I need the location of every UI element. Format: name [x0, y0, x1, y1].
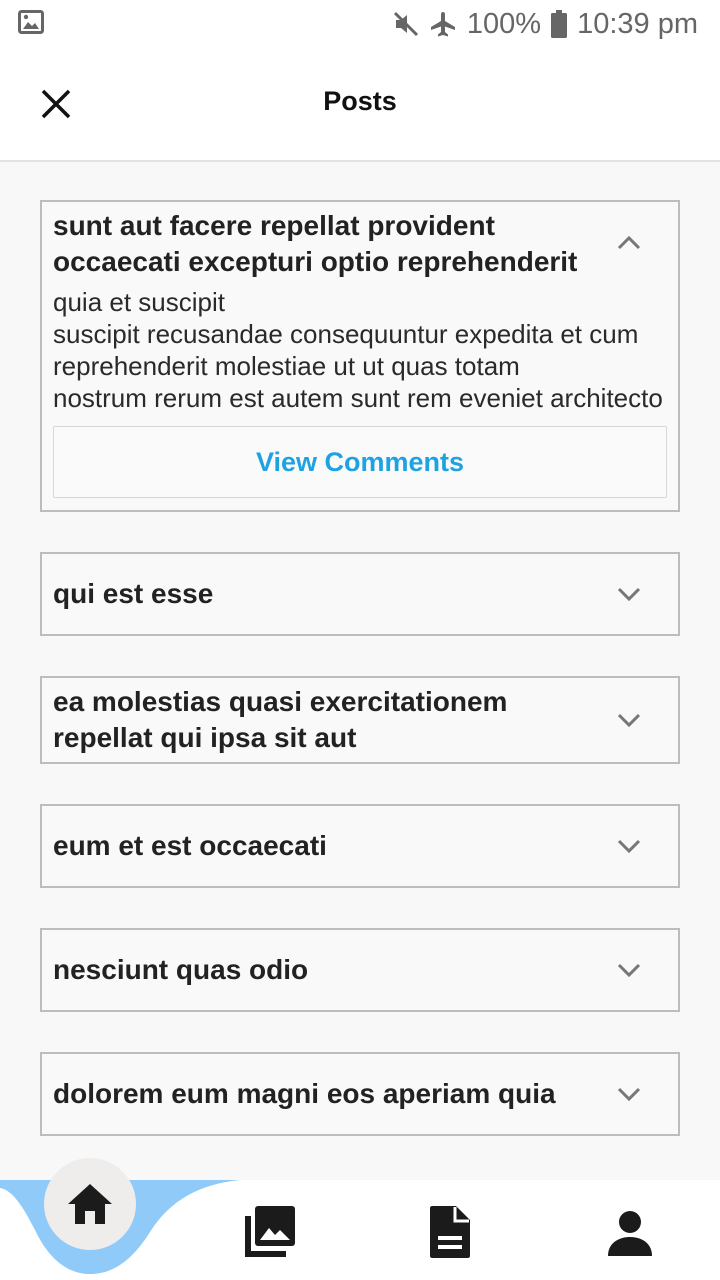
battery-text: 100%: [466, 7, 542, 40]
post-header[interactable]: ea molestias quasi exercitationem repell…: [42, 678, 678, 762]
view-comments-button[interactable]: View Comments: [53, 426, 667, 498]
chevron-down-icon[interactable]: [616, 707, 642, 733]
post-title: ea molestias quasi exercitationem repell…: [53, 686, 508, 753]
post-title: sunt aut facere repellat provident occae…: [53, 210, 578, 277]
image-icon: [18, 10, 44, 39]
post-header[interactable]: sunt aut facere repellat provident occae…: [42, 202, 678, 286]
bottom-navigation: [0, 1158, 720, 1280]
post-card: ea molestias quasi exercitationem repell…: [40, 676, 680, 764]
post-title: nesciunt quas odio: [53, 954, 309, 985]
person-icon[interactable]: [602, 1204, 658, 1260]
chevron-down-icon[interactable]: [616, 1081, 642, 1107]
post-list[interactable]: sunt aut facere repellat provident occae…: [40, 200, 680, 1180]
photos-icon[interactable]: [242, 1204, 298, 1260]
mute-icon: [393, 11, 419, 37]
clock: 10:39 pm: [577, 7, 698, 40]
status-bar: 100% 10:39 pm: [0, 0, 720, 48]
chevron-down-icon[interactable]: [616, 581, 642, 607]
post-card: qui est esse: [40, 552, 680, 636]
post-title: dolorem eum magni eos aperiam quia: [53, 1078, 556, 1109]
post-card: dolorem eum magni eos aperiam quia: [40, 1052, 680, 1136]
post-header[interactable]: eum et est occaecati: [42, 806, 678, 886]
post-title: qui est esse: [53, 578, 214, 609]
document-icon[interactable]: [423, 1204, 479, 1260]
post-body: quia et suscipit suscipit recusandae con…: [53, 287, 663, 413]
post-header[interactable]: dolorem eum magni eos aperiam quia: [42, 1054, 678, 1134]
post-header[interactable]: qui est esse: [42, 554, 678, 634]
chevron-down-icon[interactable]: [616, 833, 642, 859]
airplane-icon: [429, 10, 457, 38]
post-header[interactable]: nesciunt quas odio: [42, 930, 678, 1010]
chevron-down-icon[interactable]: [616, 957, 642, 983]
post-card: sunt aut facere repellat provident occae…: [40, 200, 680, 512]
page-title: Posts: [323, 86, 397, 116]
home-icon: [68, 1184, 112, 1224]
post-card: eum et est occaecati: [40, 804, 680, 888]
app-bar: Posts: [0, 48, 720, 162]
post-card: nesciunt quas odio: [40, 928, 680, 1012]
post-title: eum et est occaecati: [53, 830, 327, 861]
nav-home-button[interactable]: [44, 1158, 136, 1250]
chevron-up-icon[interactable]: [616, 230, 642, 256]
battery-icon: [551, 10, 568, 38]
